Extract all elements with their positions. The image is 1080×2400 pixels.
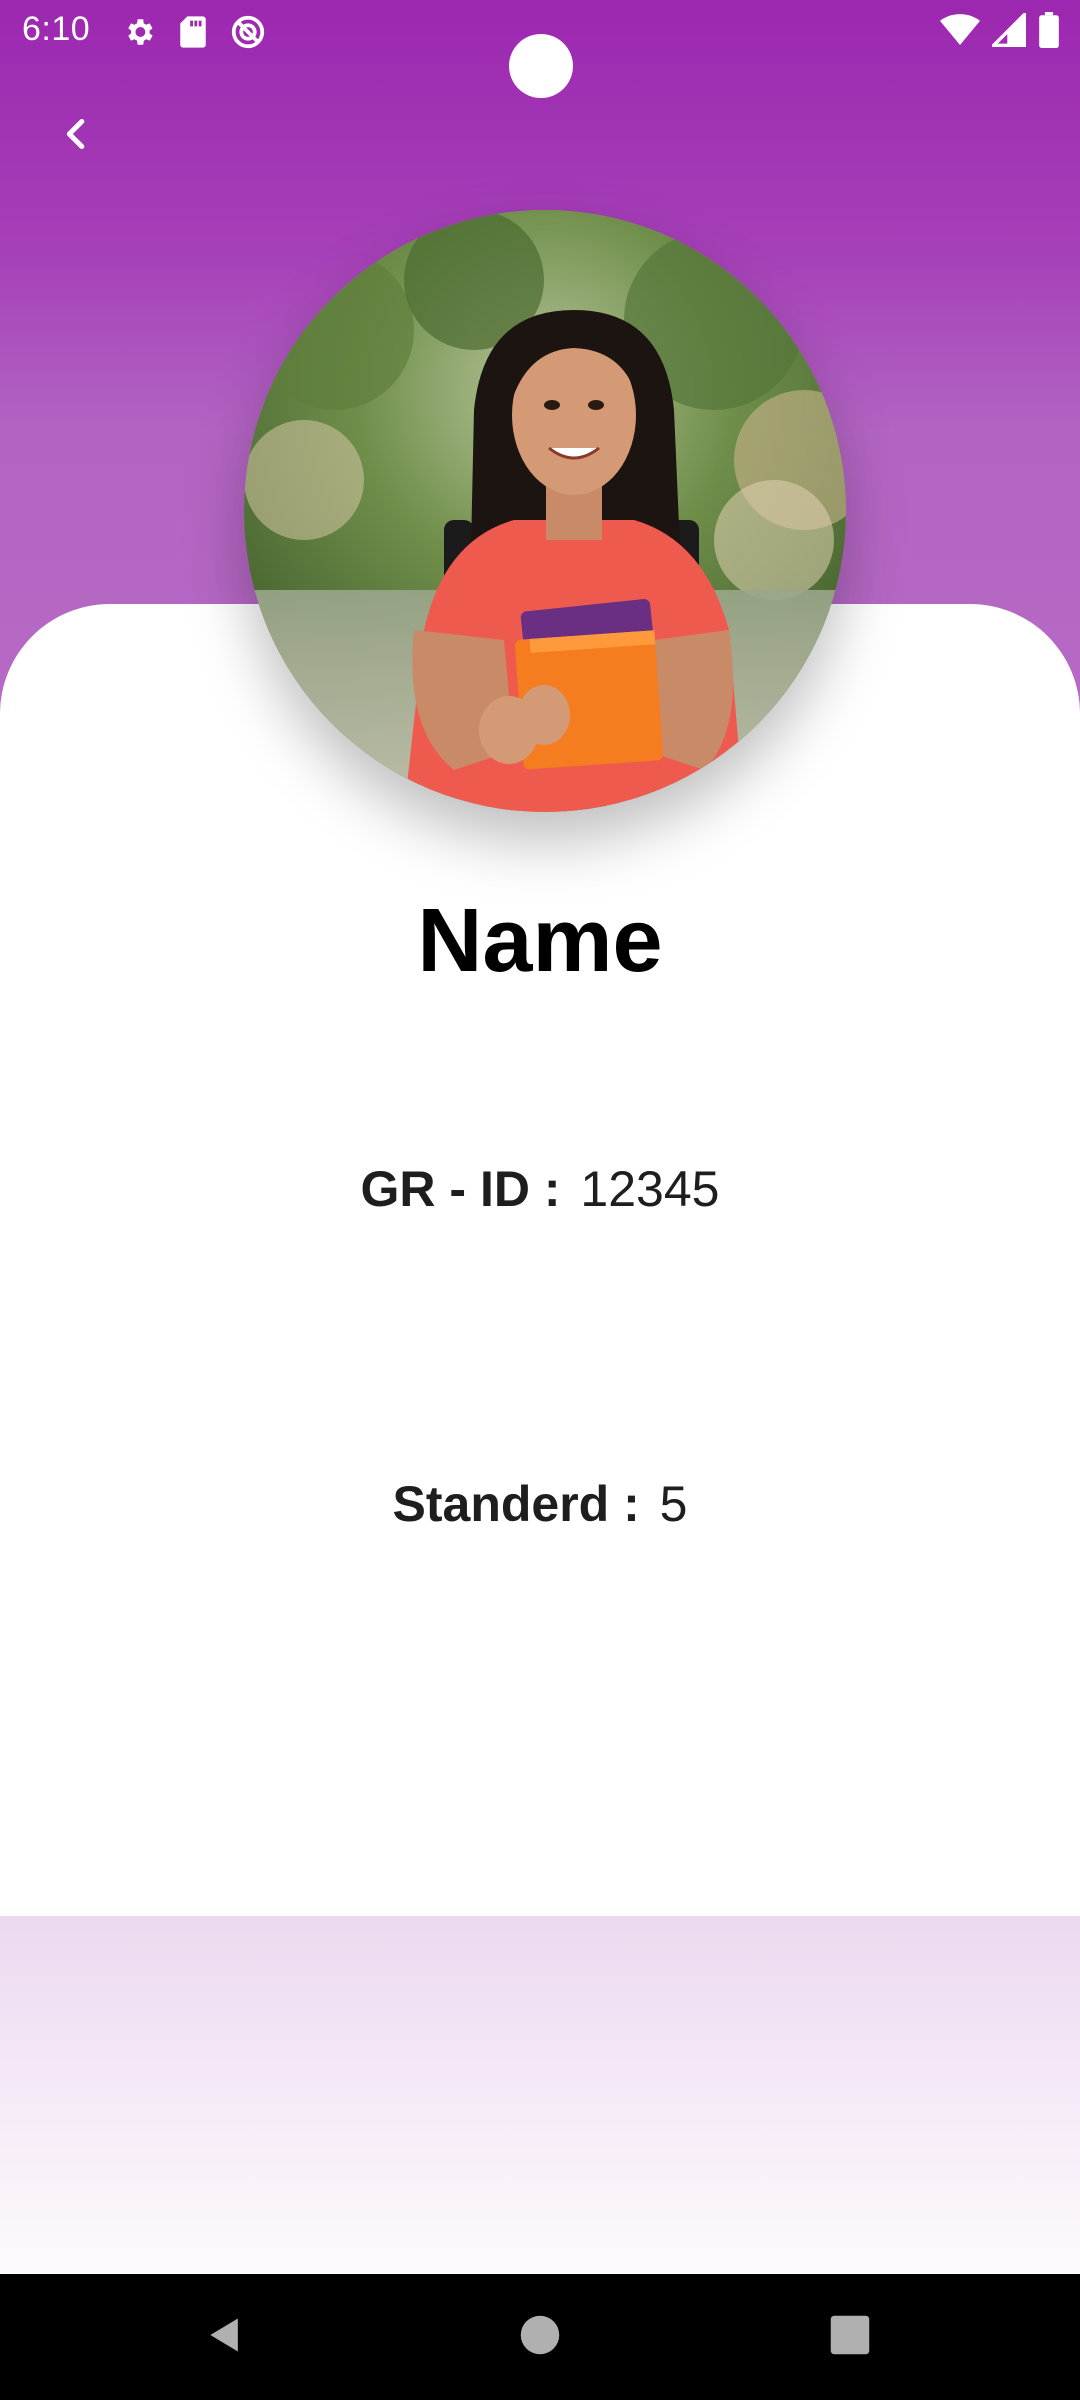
bottom-gradient-band [0, 1916, 1080, 2274]
nav-home-button[interactable] [480, 2274, 600, 2400]
recents-square-icon [829, 2314, 871, 2361]
battery-icon [1038, 12, 1060, 53]
back-triangle-icon [203, 2313, 247, 2362]
signal-icon [989, 10, 1026, 52]
standard-value: 5 [659, 1476, 688, 1532]
no-disturb-icon [230, 14, 266, 55]
wifi-icon [940, 13, 980, 52]
student-photo [244, 210, 846, 812]
home-circle-icon [519, 2314, 561, 2361]
profile-avatar [244, 210, 846, 812]
system-navigation-bar [0, 2274, 1080, 2400]
nav-recents-button[interactable] [790, 2274, 910, 2400]
status-icons-right [940, 10, 1060, 53]
standard-label: Standerd : [392, 1476, 640, 1532]
status-time: 6:10 [22, 10, 91, 48]
student-profile-screen: 6:10 Name GR - ID: 12345 Standerd: 5 [0, 0, 1080, 2400]
gr-id-row: GR - ID : 12345 [0, 1160, 1080, 1218]
chevron-left-icon [56, 114, 96, 159]
student-name: Name [417, 891, 663, 991]
status-icons-left [122, 14, 266, 55]
gr-id-label: GR - ID : [360, 1161, 561, 1217]
status-bar: 6:10 [0, 0, 1080, 98]
nav-back-button[interactable] [165, 2274, 285, 2400]
gr-id-value: 12345 [580, 1161, 720, 1217]
gear-icon [122, 15, 156, 54]
sd-card-icon [178, 15, 208, 54]
back-button[interactable] [40, 100, 112, 172]
camera-cutout [509, 34, 573, 98]
standard-row: Standerd : 5 [0, 1475, 1080, 1533]
